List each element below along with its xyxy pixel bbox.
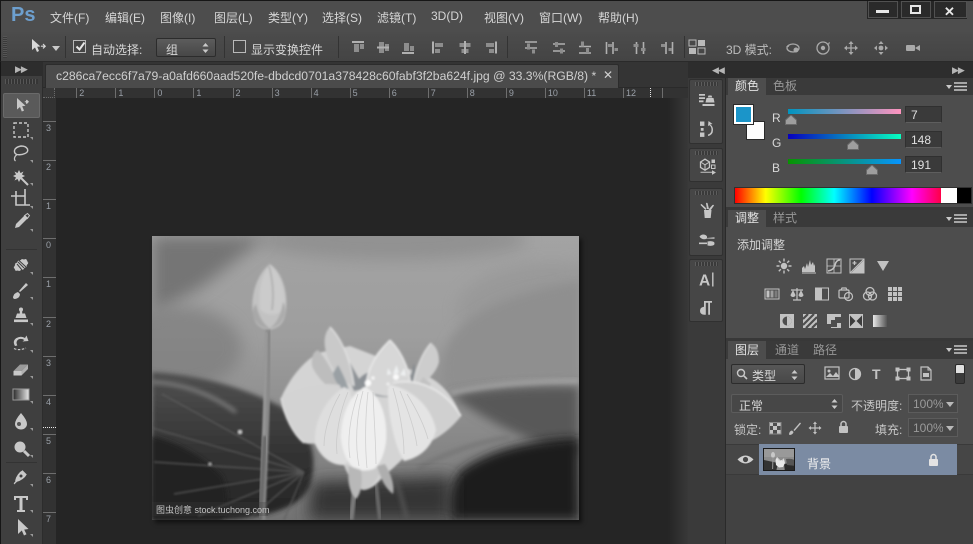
svg-text:图虫创意 stock.tuchong.com: 图虫创意 stock.tuchong.com [156,504,270,515]
svg-text:A: A [699,273,710,290]
